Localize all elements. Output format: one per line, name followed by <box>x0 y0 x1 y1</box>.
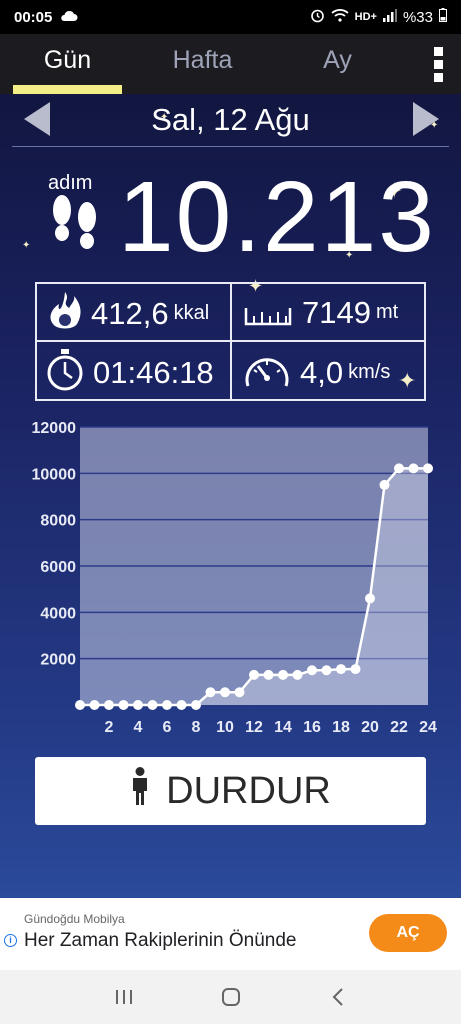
daily-steps-chart: 200040006000800010000120002 4 6 8 10 12 14 16 18… <box>32 420 438 736</box>
stopwatch-icon <box>45 348 93 397</box>
data-point <box>133 700 143 710</box>
fire-icon <box>47 290 91 337</box>
x-tick-label: 4 <box>134 719 143 736</box>
x-tick-label: 10 <box>216 719 234 736</box>
calories-unit: kkal <box>173 302 210 324</box>
stop-button-label: DURDUR <box>166 769 331 812</box>
tab-week[interactable]: Hafta <box>135 34 270 94</box>
data-point <box>75 700 85 710</box>
y-tick-label: 4000 <box>40 605 76 622</box>
sparkle-icon: ✦ <box>22 240 31 251</box>
data-point <box>423 463 433 474</box>
steps-count: 10.213 <box>118 161 436 273</box>
y-tick-label: 8000 <box>40 513 76 530</box>
data-point <box>263 669 274 680</box>
ad-headline: Her Zaman Rakiplerinin Önünde <box>24 930 297 951</box>
system-nav-bar <box>0 970 461 1024</box>
steps-label: adım <box>48 172 93 194</box>
data-point <box>104 700 114 710</box>
data-point <box>176 700 187 710</box>
calories-value: 412,6 <box>91 295 169 331</box>
status-time: 00:05 <box>14 8 53 26</box>
period-tabs: Gün Hafta Ay <box>0 34 461 94</box>
x-tick-label: 18 <box>332 719 350 736</box>
x-tick-label: 12 <box>245 719 263 736</box>
y-tick-label: 12000 <box>32 420 77 437</box>
data-point <box>249 669 259 680</box>
alarm-icon <box>310 8 325 27</box>
data-point <box>220 687 230 698</box>
footprints-icon <box>48 193 102 253</box>
data-point <box>162 700 172 710</box>
duration-cell: 01:46:18 <box>45 348 214 397</box>
y-tick-label: 10000 <box>32 466 77 483</box>
ad-open-button[interactable]: AÇ <box>369 914 447 952</box>
data-point <box>379 479 390 490</box>
signal-icon <box>382 8 397 26</box>
distance-unit: mt <box>375 301 399 323</box>
data-point <box>89 700 100 710</box>
data-point <box>350 664 361 675</box>
volte-icon: HD+ <box>354 11 377 23</box>
data-point <box>278 669 288 680</box>
ad-info-icon[interactable]: i <box>4 934 17 947</box>
y-tick-label: 2000 <box>40 652 76 669</box>
date-navigator: Sal, 12 Ağu <box>0 94 461 146</box>
data-point <box>205 687 216 698</box>
cloud-icon <box>60 9 78 26</box>
stop-button[interactable]: DURDUR <box>35 757 426 825</box>
divider <box>12 146 449 147</box>
duration-value: 01:46:18 <box>93 354 214 390</box>
next-day-button[interactable] <box>413 102 439 136</box>
tab-day[interactable]: Gün <box>0 34 135 94</box>
x-tick-label: 16 <box>303 719 321 736</box>
distance-value: 7149 <box>302 294 371 330</box>
speed-unit: km/s <box>348 361 391 383</box>
distance-cell: 7149 mt <box>242 290 398 335</box>
x-tick-label: 22 <box>390 719 408 736</box>
speed-value: 4,0 <box>300 354 344 390</box>
x-tick-label: 6 <box>163 719 172 736</box>
calories-cell: 412,6 kkal <box>47 290 209 337</box>
back-icon[interactable] <box>318 982 358 1012</box>
current-date: Sal, 12 Ağu <box>151 102 310 137</box>
data-point <box>307 665 317 676</box>
data-point <box>147 700 158 710</box>
data-point <box>336 664 346 675</box>
data-point <box>321 665 332 676</box>
data-point <box>118 700 129 710</box>
data-point <box>292 669 303 680</box>
x-tick-label: 24 <box>419 719 437 736</box>
battery-label: %33 <box>402 8 433 26</box>
speedometer-icon <box>242 348 300 397</box>
data-point <box>191 700 201 710</box>
data-point <box>234 687 245 698</box>
ruler-icon <box>242 290 302 335</box>
ad-banner[interactable]: i Gündoğdu Mobilya Her Zaman Rakiplerini… <box>0 898 461 970</box>
recent-apps-icon[interactable] <box>104 982 144 1012</box>
home-icon[interactable] <box>211 982 251 1012</box>
tab-month[interactable]: Ay <box>270 34 405 94</box>
x-tick-label: 8 <box>192 719 201 736</box>
speed-cell: 4,0 km/s <box>242 348 390 397</box>
person-icon <box>130 767 166 815</box>
ad-brand: Gündoğdu Mobilya <box>24 912 125 926</box>
x-tick-label: 20 <box>361 719 379 736</box>
previous-day-button[interactable] <box>24 102 50 136</box>
data-point <box>365 593 375 604</box>
wifi-icon <box>331 8 349 26</box>
status-bar: 00:05 HD+ %33 <box>0 0 461 34</box>
data-point <box>394 463 404 474</box>
stats-grid: 412,6 kkal 7149 mt 01:46:18 4,0 km/s <box>35 282 426 401</box>
overflow-menu-icon[interactable] <box>415 34 461 94</box>
x-tick-label: 14 <box>274 719 292 736</box>
y-tick-label: 6000 <box>40 559 76 576</box>
x-tick-label: 2 <box>105 719 114 736</box>
battery-icon <box>439 8 447 26</box>
step-counter-app: ✦ ✦ ✦ ✦ ✦ ✦ ✦ 00:05 HD+ %33 Gün Hafta Ay… <box>0 0 461 898</box>
data-point <box>408 463 419 474</box>
